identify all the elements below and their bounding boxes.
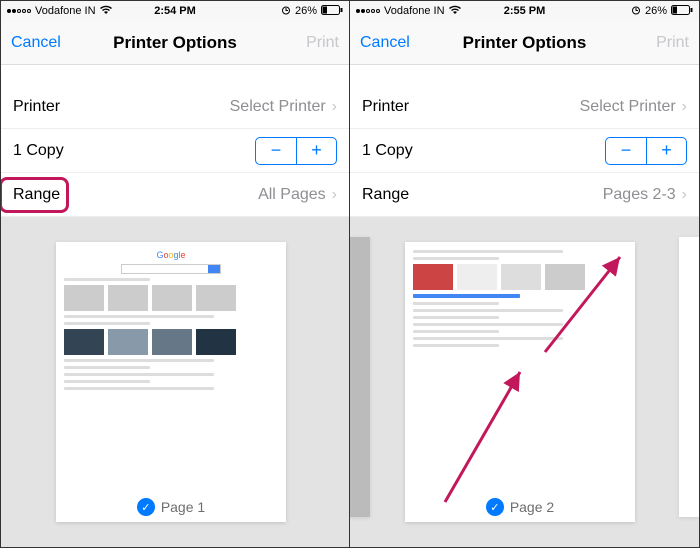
decrement-button[interactable]: −	[606, 138, 646, 164]
printer-value: Select Printer	[580, 98, 676, 116]
navigation-bar: Cancel Printer Options Print	[350, 21, 699, 65]
copies-row: 1 Copy − +	[1, 129, 349, 173]
page-caption: Page 1	[161, 499, 205, 515]
copies-row: 1 Copy − +	[350, 129, 699, 173]
cancel-button[interactable]: Cancel	[360, 34, 410, 52]
preview-area[interactable]: Google ✓ Page 1	[1, 217, 349, 547]
chevron-right-icon: ›	[682, 186, 687, 204]
increment-button[interactable]: +	[646, 138, 686, 164]
copies-stepper: − +	[605, 137, 687, 165]
battery-label: 26%	[295, 5, 317, 17]
range-value: All Pages	[258, 186, 326, 204]
chevron-right-icon: ›	[332, 98, 337, 116]
copies-label: 1 Copy	[13, 142, 64, 160]
printer-label: Printer	[13, 98, 60, 116]
wifi-icon	[100, 5, 112, 18]
signal-dots-icon	[7, 9, 31, 13]
signal-dots-icon	[356, 9, 380, 13]
carrier-label: Vodafone IN	[35, 5, 96, 17]
checkmark-icon: ✓	[486, 498, 504, 516]
navigation-bar: Cancel Printer Options Print	[1, 21, 349, 65]
page-thumbnail[interactable]: ✓ Page 2	[405, 242, 635, 522]
status-bar: Vodafone IN 2:54 PM 26%	[1, 1, 349, 21]
print-button[interactable]: Print	[656, 34, 689, 52]
print-button[interactable]: Print	[306, 34, 339, 52]
printer-value: Select Printer	[230, 98, 326, 116]
alarm-icon	[631, 5, 641, 18]
page-caption: Page 2	[510, 499, 554, 515]
battery-label: 26%	[645, 5, 667, 17]
cancel-button[interactable]: Cancel	[11, 34, 61, 52]
range-row[interactable]: Range All Pages ›	[1, 173, 349, 217]
copies-label: 1 Copy	[362, 142, 413, 160]
page-thumbnail[interactable]: Google ✓ Page 1	[56, 242, 286, 522]
decrement-button[interactable]: −	[256, 138, 296, 164]
annotation-highlight	[1, 177, 69, 213]
prev-page-edge[interactable]	[350, 237, 370, 517]
screen-right: Vodafone IN 2:55 PM 26% Cancel Printer O…	[350, 1, 699, 547]
printer-row[interactable]: Printer Select Printer ›	[1, 85, 349, 129]
wifi-icon	[449, 5, 461, 18]
range-label: Range	[362, 186, 409, 204]
status-bar: Vodafone IN 2:55 PM 26%	[350, 1, 699, 21]
checkmark-icon: ✓	[137, 498, 155, 516]
chevron-right-icon: ›	[332, 186, 337, 204]
carrier-label: Vodafone IN	[384, 5, 445, 17]
printer-label: Printer	[362, 98, 409, 116]
battery-icon	[671, 5, 693, 18]
copies-stepper: − +	[255, 137, 337, 165]
chevron-right-icon: ›	[682, 98, 687, 116]
alarm-icon	[281, 5, 291, 18]
range-row[interactable]: Range Pages 2-3 ›	[350, 173, 699, 217]
battery-icon	[321, 5, 343, 18]
next-page-edge[interactable]	[679, 237, 699, 517]
printer-row[interactable]: Printer Select Printer ›	[350, 85, 699, 129]
preview-area[interactable]: ✓ Page 2	[350, 217, 699, 547]
screen-left: Vodafone IN 2:54 PM 26% Cancel Printer O…	[1, 1, 350, 547]
range-value: Pages 2-3	[603, 186, 676, 204]
increment-button[interactable]: +	[296, 138, 336, 164]
